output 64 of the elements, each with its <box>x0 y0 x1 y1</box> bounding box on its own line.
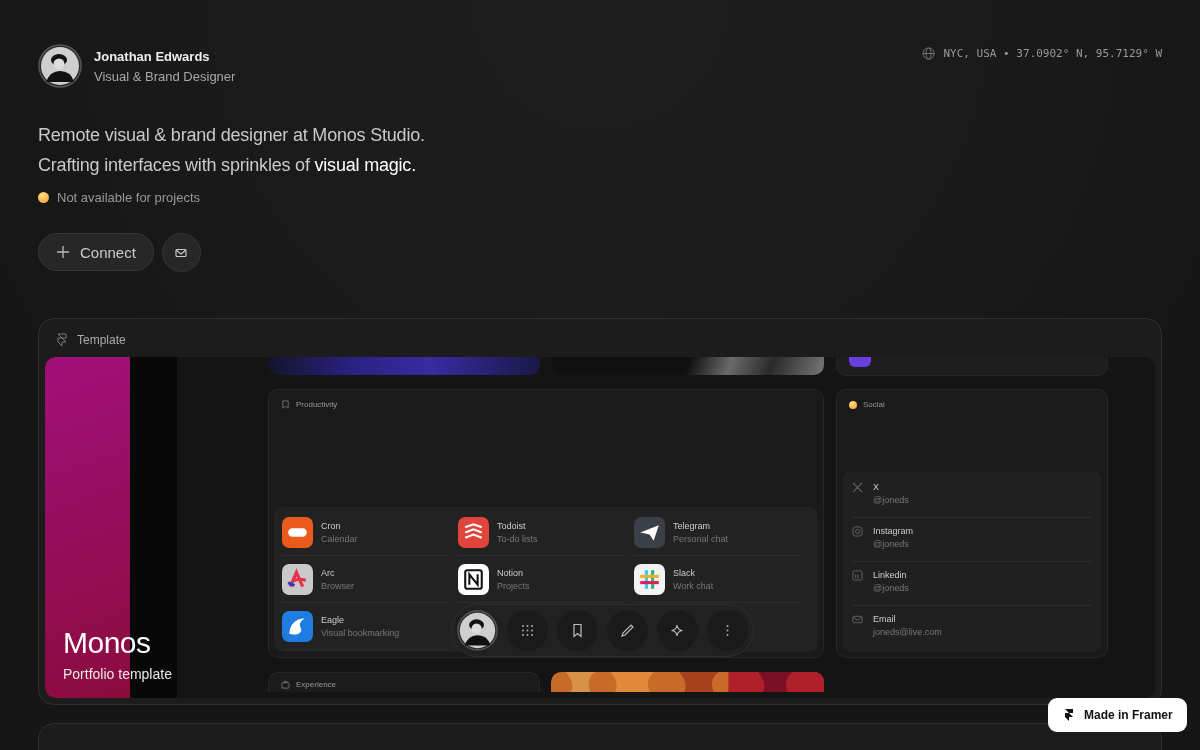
card-title: Template <box>77 333 126 347</box>
pencil-icon <box>620 623 635 638</box>
social-name: X <box>873 482 880 492</box>
panel-title: Productivity <box>296 400 338 409</box>
pencil-button[interactable] <box>607 610 648 651</box>
headline-text: Crafting interfaces with sprinkles of visual magic. <box>38 154 417 177</box>
profile-role: Visual & Brand Designer <box>94 68 236 84</box>
browser-app-icon <box>282 563 313 595</box>
status-dot <box>38 192 49 203</box>
made-in-framer-badge[interactable]: Made in Framer <box>1048 698 1187 732</box>
calendar-app-icon <box>282 516 313 548</box>
app-description: Work chat <box>673 580 714 591</box>
status-dot <box>849 400 857 409</box>
x-icon <box>852 482 863 493</box>
mail-icon <box>852 614 863 625</box>
globe-icon <box>922 47 936 60</box>
app-description: Projects <box>497 580 530 591</box>
framer-logo-icon <box>55 333 69 347</box>
panel-title: Experience <box>296 680 337 689</box>
app-name: Telegram <box>673 520 711 531</box>
camera-icon <box>852 526 863 537</box>
avatar <box>38 44 82 88</box>
paper-plane-icon <box>634 516 665 548</box>
app-description: To-do lists <box>497 533 538 544</box>
hash-icon <box>634 563 665 595</box>
plus-icon <box>56 245 70 259</box>
framer-logo-icon <box>1062 708 1076 722</box>
sparkle-button[interactable] <box>657 610 698 651</box>
square-logo-icon <box>852 570 863 581</box>
app-name: Notion <box>497 567 524 578</box>
app-description: Calendar <box>321 533 358 544</box>
avatar-button[interactable] <box>457 610 498 651</box>
app-description: Browser <box>321 580 354 591</box>
social-name: Instagram <box>873 526 914 536</box>
social-name: Linkedin <box>873 570 908 580</box>
bookmark-icon <box>570 623 585 638</box>
social-handle: @joneds <box>873 539 910 549</box>
panel-title: Social <box>863 400 885 409</box>
stacked-chevrons-icon <box>458 516 489 548</box>
notebook-icon <box>458 563 489 595</box>
social-name: Email <box>873 614 897 624</box>
social-handle: joneds@live.com <box>873 627 942 637</box>
sparkle-icon <box>670 623 685 638</box>
status-text: Not available for projects <box>57 190 201 205</box>
app-name: Eagle <box>321 614 346 625</box>
app-name: Arc <box>321 567 336 578</box>
bookmark-icon <box>281 400 290 409</box>
avatar <box>457 610 498 651</box>
location-text: NYC, USA • 37.0902° N, 95.7129° W <box>943 47 1162 60</box>
social-handle: @joneds <box>873 495 909 505</box>
app-name: Slack <box>673 567 696 578</box>
app-name: Todoist <box>497 520 527 531</box>
app-description: Visual bookmarking <box>321 627 400 638</box>
social-handle: @joneds <box>873 583 909 593</box>
briefcase-icon <box>281 680 290 689</box>
app-name: Cron <box>321 520 342 531</box>
profile-name: Jonathan Edwards <box>94 48 211 64</box>
bookmark-button[interactable] <box>557 610 598 651</box>
wave-icon <box>282 610 313 642</box>
app-description: Personal chat <box>673 533 729 544</box>
headline-text: Remote visual & brand designer at Monos Studio. <box>38 124 426 147</box>
mail-button[interactable] <box>161 233 201 272</box>
connect-button[interactable]: Connect <box>38 233 154 271</box>
grid-icon <box>520 623 535 638</box>
